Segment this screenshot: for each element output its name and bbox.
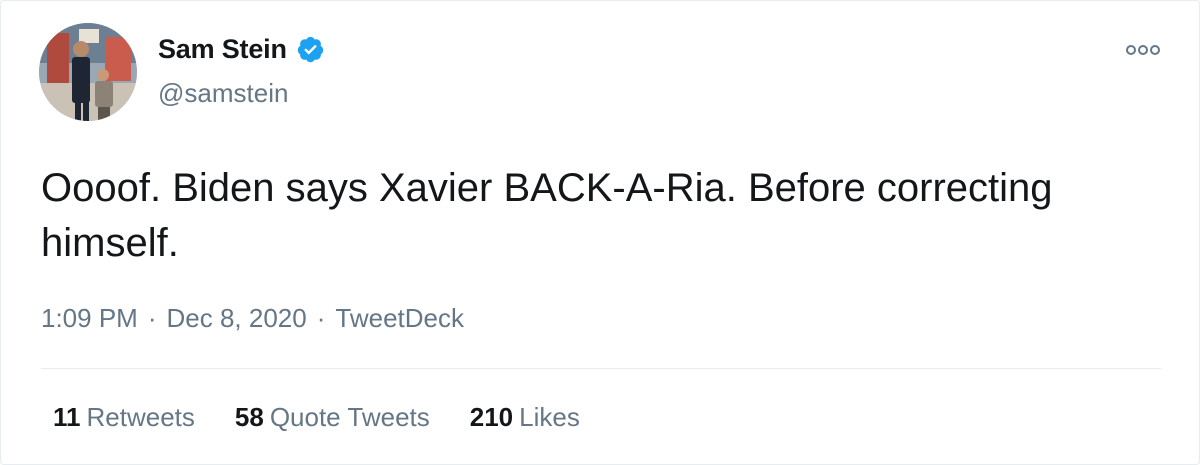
meta-separator: · [147, 303, 157, 333]
profile-photo [39, 23, 137, 121]
engagement-stats: 11 Retweets 58 Quote Tweets 210 Likes [53, 402, 580, 433]
retweets-label: Retweets [86, 402, 195, 432]
author-name-row: Sam Stein [158, 34, 325, 65]
likes-count: 210 [469, 402, 514, 432]
display-name[interactable]: Sam Stein [158, 34, 287, 65]
tweet-meta: 1:09 PM · Dec 8, 2020 · TweetDeck [41, 303, 464, 334]
verified-badge-icon [296, 35, 325, 64]
quote-tweets-stat[interactable]: 58 Quote Tweets [235, 402, 430, 433]
quote-tweets-count: 58 [234, 402, 264, 432]
meta-separator: · [316, 303, 326, 333]
tweet-date[interactable]: Dec 8, 2020 [167, 303, 307, 334]
retweets-stat[interactable]: 11 Retweets [53, 402, 195, 433]
likes-stat[interactable]: 210 Likes [470, 402, 580, 433]
tweet-source[interactable]: TweetDeck [335, 303, 464, 334]
tweet-text: Oooof. Biden says Xavier BACK-A-Ria. Bef… [41, 166, 1053, 265]
retweets-count: 11 [53, 402, 81, 432]
tweet-card: Sam Stein @samstein Oooof. Biden says Xa… [0, 0, 1200, 465]
quote-tweets-label: Quote Tweets [269, 402, 430, 432]
divider [41, 368, 1161, 369]
likes-label: Likes [519, 402, 580, 432]
ellipsis-icon[interactable] [1125, 41, 1161, 59]
avatar[interactable] [39, 23, 137, 121]
author-handle[interactable]: @samstein [158, 78, 288, 109]
tweet-time[interactable]: 1:09 PM [41, 303, 138, 334]
